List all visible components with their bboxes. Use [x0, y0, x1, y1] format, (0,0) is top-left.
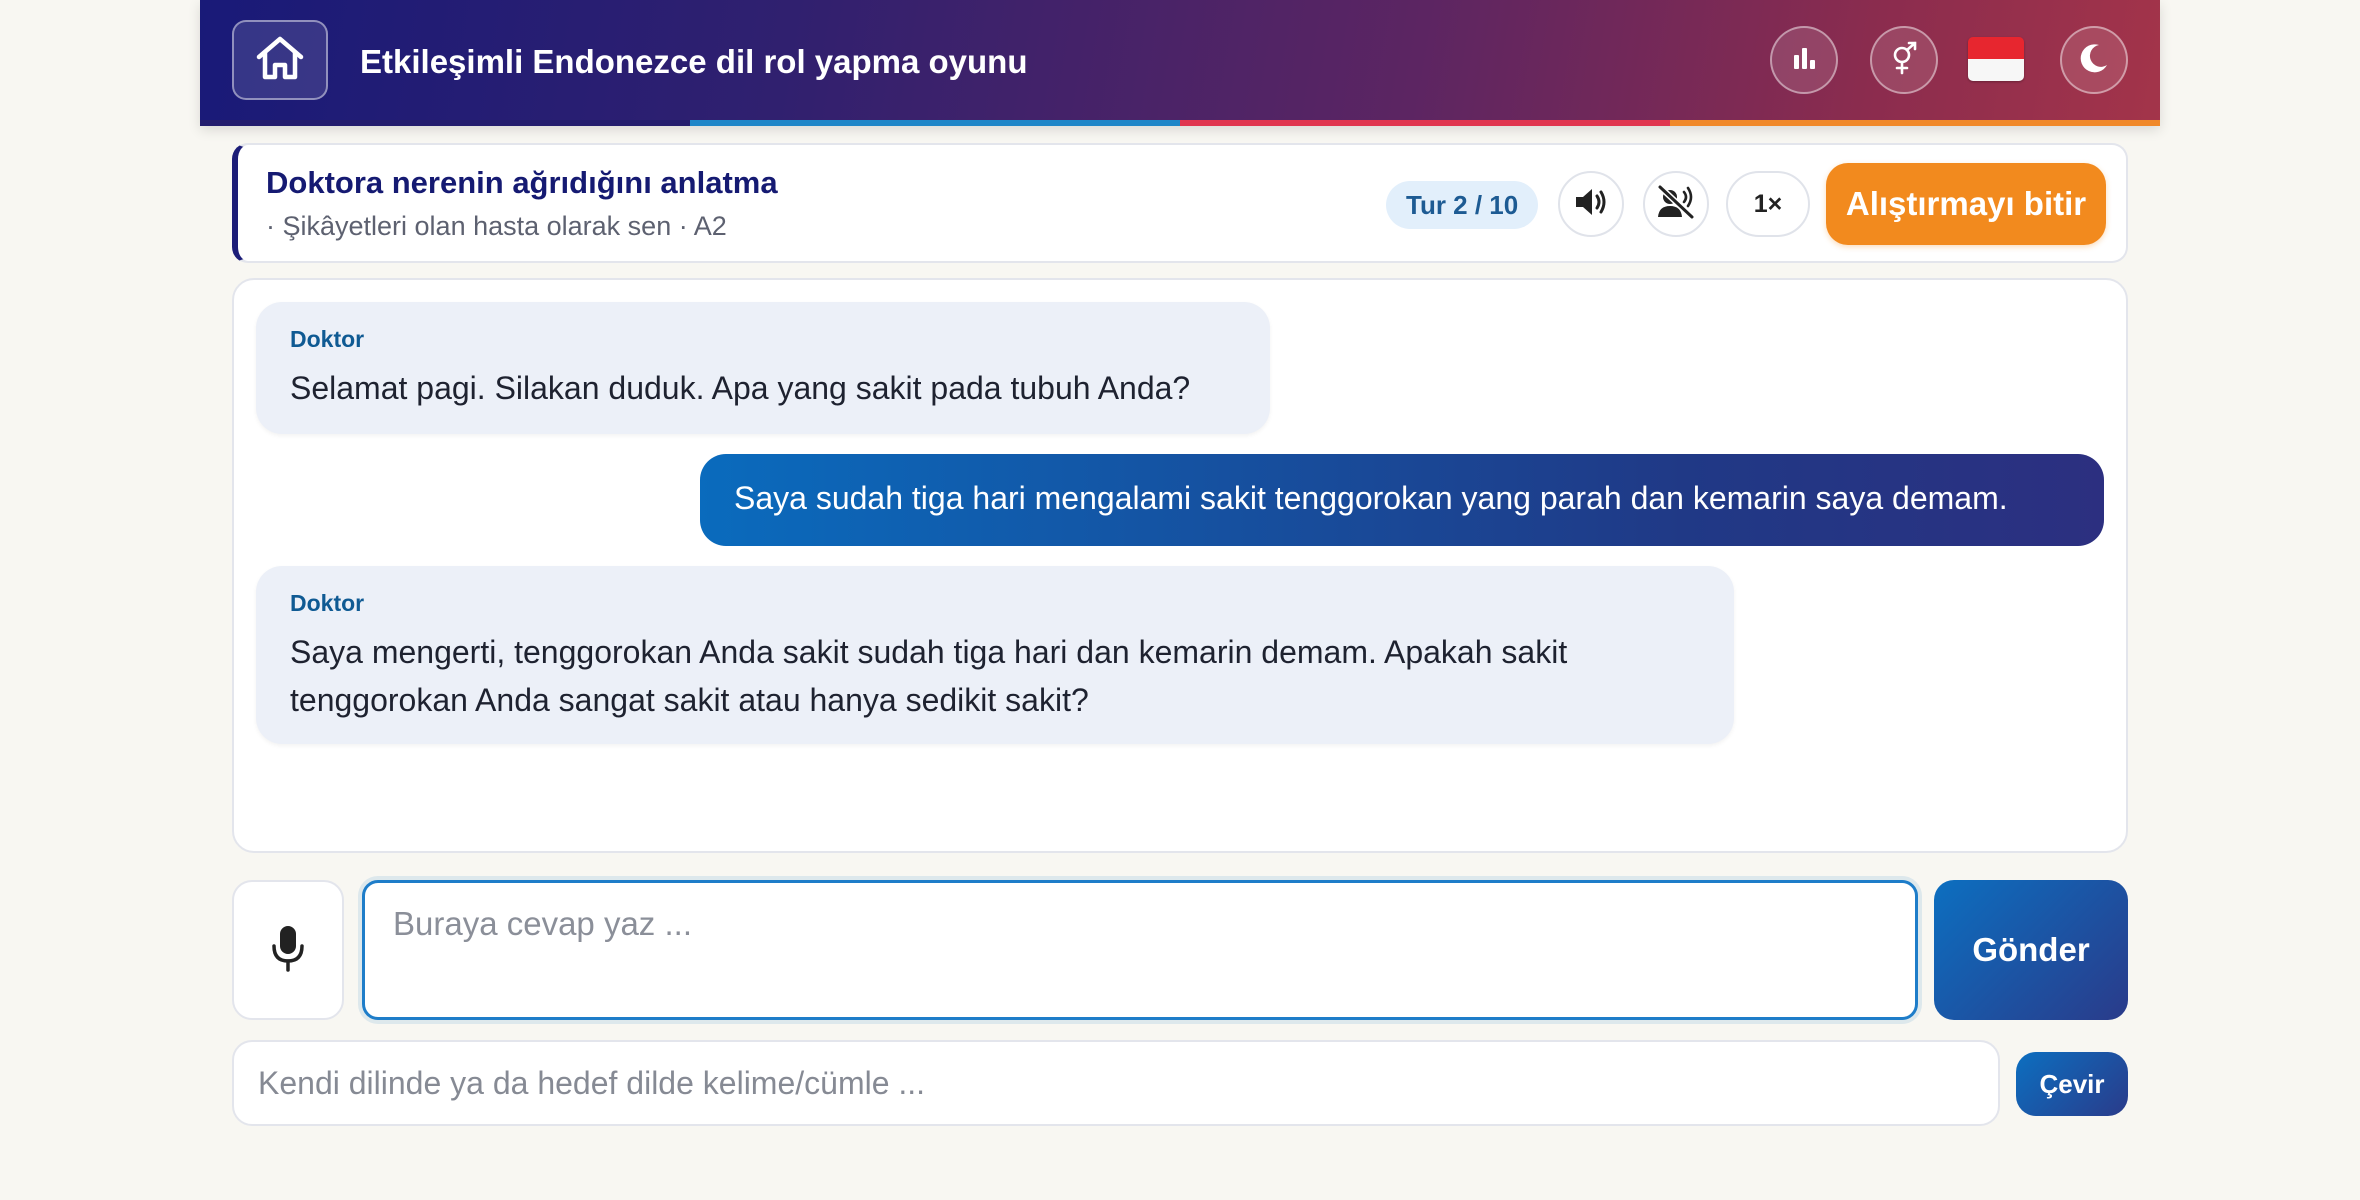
speaker-name: Doktor [290, 326, 365, 352]
translate-input[interactable] [232, 1040, 2000, 1126]
microphone-icon [271, 924, 305, 977]
dark-mode-toggle[interactable] [2060, 26, 2128, 94]
home-icon [255, 35, 305, 86]
chat-panel: Doktor Selamat pagi. Silakan duduk. Apa … [232, 278, 2128, 853]
gender-button[interactable] [1870, 26, 1938, 94]
speed-button[interactable]: 1× [1726, 171, 1810, 237]
stats-icon [1791, 45, 1817, 76]
speaker-button[interactable] [1558, 171, 1624, 237]
bot-message: Doktor Saya mengerti, tenggorokan Anda s… [256, 566, 1734, 744]
bot-message: Doktor Selamat pagi. Silakan duduk. Apa … [256, 302, 1270, 434]
speaker-name: Doktor [290, 590, 365, 616]
mute-voice-button[interactable] [1643, 171, 1709, 237]
answer-input[interactable] [362, 880, 1918, 1020]
message-text: Saya mengerti, tenggorokan Anda sakit su… [290, 634, 1568, 718]
scenario-card: Doktora nerenin ağrıdığını anlatma · Şik… [232, 143, 2128, 263]
message-text: Selamat pagi. Silakan duduk. Apa yang sa… [290, 370, 1191, 406]
microphone-button[interactable] [232, 880, 344, 1020]
send-button[interactable]: Gönder [1934, 880, 2128, 1020]
finish-exercise-button[interactable]: Alıştırmayı bitir [1826, 163, 2106, 245]
stats-button[interactable] [1770, 26, 1838, 94]
gender-icon [1889, 41, 1919, 80]
flag-indonesia-icon[interactable] [1968, 37, 2024, 81]
header-color-stripe [200, 120, 2160, 126]
voice-off-icon [1656, 183, 1696, 225]
scenario-subtitle: · Şikâyetleri olan hasta olarak sen · A2 [266, 211, 727, 241]
scenario-title: Doktora nerenin ağrıdığını anlatma [266, 165, 778, 200]
app-header: Etkileşimli Endonezce dil rol yapma oyun… [200, 0, 2160, 126]
message-text: Saya sudah tiga hari mengalami sakit ten… [734, 480, 2008, 516]
app-title: Etkileşimli Endonezce dil rol yapma oyun… [360, 43, 1028, 80]
user-message: Saya sudah tiga hari mengalami sakit ten… [700, 454, 2104, 546]
moon-icon [2077, 41, 2111, 80]
speaker-icon [1573, 186, 1609, 223]
turn-badge: Tur 2 / 10 [1386, 181, 1539, 229]
home-button[interactable] [232, 20, 328, 100]
translate-button[interactable]: Çevir [2016, 1052, 2128, 1116]
